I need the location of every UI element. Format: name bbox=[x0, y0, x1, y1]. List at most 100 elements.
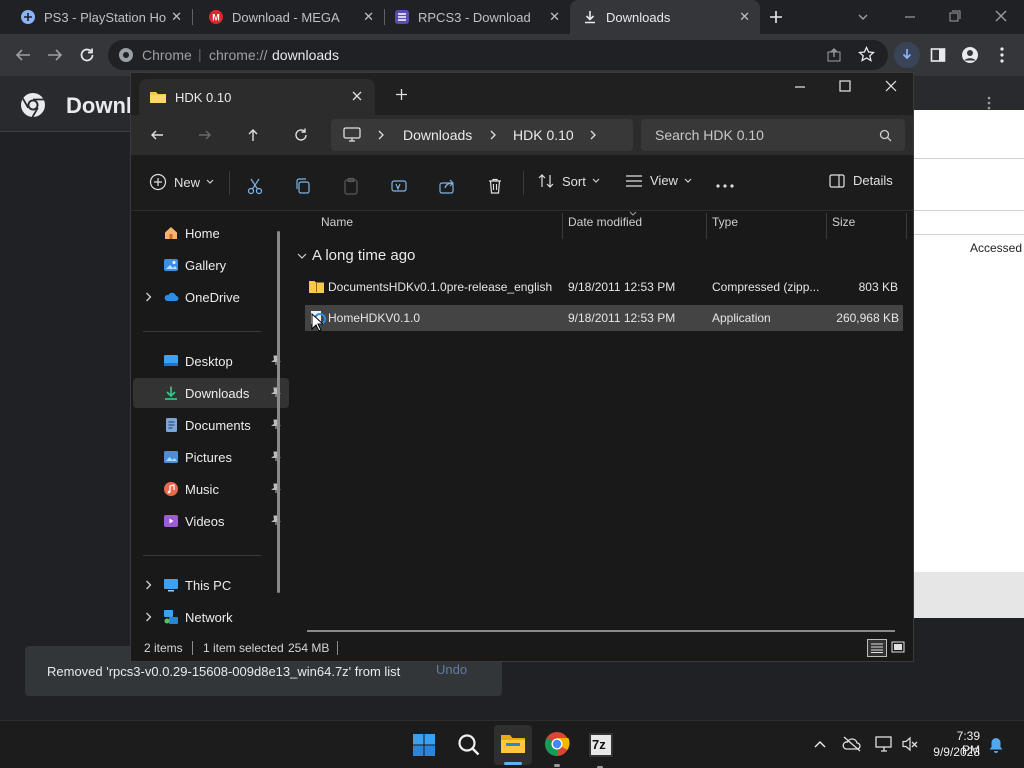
restore-icon[interactable] bbox=[948, 9, 962, 23]
close-tab-icon[interactable]: ✕ bbox=[739, 9, 750, 25]
monitor-icon bbox=[343, 127, 361, 142]
cut-icon[interactable] bbox=[246, 177, 264, 195]
new-button[interactable]: New bbox=[149, 173, 215, 191]
chevron-right-icon bbox=[378, 130, 384, 140]
copy-icon[interactable] bbox=[294, 177, 312, 195]
volume-muted-icon[interactable] bbox=[901, 735, 919, 753]
column-header-type[interactable]: Type bbox=[712, 215, 738, 229]
rename-icon[interactable] bbox=[390, 177, 408, 195]
nav-item-videos[interactable]: Videos bbox=[133, 506, 289, 536]
downloads-button[interactable] bbox=[894, 42, 920, 68]
file-row[interactable]: DocumentsHDKv0.1.0pre-release_english 9/… bbox=[305, 274, 903, 300]
new-tab-icon[interactable] bbox=[768, 9, 784, 25]
chevron-right-icon[interactable] bbox=[145, 612, 152, 622]
network-icon[interactable] bbox=[874, 735, 894, 753]
desktop-icon bbox=[164, 355, 178, 366]
search-input[interactable]: Search HDK 0.10 bbox=[641, 119, 905, 151]
column-header-size[interactable]: Size bbox=[832, 215, 855, 229]
file-row-selected[interactable]: HomeHDKV0.1.0 9/18/2011 12:53 PM Applica… bbox=[305, 305, 903, 331]
profile-icon[interactable] bbox=[961, 46, 979, 64]
nav-item-desktop[interactable]: Desktop bbox=[133, 346, 289, 376]
file-explorer-taskbar-button[interactable] bbox=[494, 725, 532, 765]
view-button[interactable]: View bbox=[625, 173, 693, 188]
file-explorer-folder-icon bbox=[501, 735, 525, 753]
share-icon[interactable] bbox=[826, 47, 842, 63]
tiles-view-icon[interactable] bbox=[891, 641, 905, 655]
paste-icon[interactable] bbox=[342, 177, 360, 195]
nav-item-this-pc[interactable]: This PC bbox=[133, 570, 289, 600]
tab-downloads[interactable]: Downloads ✕ bbox=[570, 0, 760, 34]
nav-label: Desktop bbox=[185, 353, 233, 369]
chrome-taskbar-button[interactable] bbox=[544, 731, 570, 767]
delete-trash-icon[interactable] bbox=[486, 177, 504, 195]
minimize-icon[interactable] bbox=[794, 81, 806, 93]
forward-arrow-icon[interactable] bbox=[197, 127, 213, 143]
mega-icon: M bbox=[209, 10, 223, 24]
reload-icon[interactable] bbox=[78, 46, 96, 64]
nav-item-pictures[interactable]: Pictures bbox=[133, 442, 289, 472]
windows-start-icon[interactable] bbox=[412, 733, 436, 757]
omnibox[interactable]: Chrome | chrome:// downloads bbox=[108, 40, 888, 70]
up-arrow-icon[interactable] bbox=[245, 127, 261, 143]
close-tab-icon[interactable]: ✕ bbox=[171, 9, 182, 25]
page-menu-icon[interactable] bbox=[986, 96, 992, 110]
omnibox-url-scheme: chrome:// bbox=[209, 47, 268, 63]
undo-button[interactable]: Undo bbox=[436, 662, 467, 677]
tab-rpcs3-download[interactable]: RPCS3 - Download ✕ bbox=[384, 0, 570, 34]
bookmark-star-icon[interactable] bbox=[858, 46, 875, 63]
nav-item-music[interactable]: Music bbox=[133, 474, 289, 504]
7zip-taskbar-button[interactable]: 7z bbox=[589, 733, 613, 768]
tab-search-chevron-icon[interactable] bbox=[856, 10, 870, 24]
tab-ps3-playstation-home[interactable]: PS3 - PlayStation Home ✕ bbox=[0, 0, 192, 34]
close-tab-icon[interactable] bbox=[351, 90, 363, 102]
breadcrumb[interactable]: Downloads HDK 0.10 bbox=[331, 119, 633, 151]
breadcrumb-hdk[interactable]: HDK 0.10 bbox=[513, 127, 574, 143]
notification-bell-icon[interactable] bbox=[988, 736, 1004, 754]
nav-item-onedrive[interactable]: OneDrive bbox=[133, 282, 289, 312]
nav-item-downloads[interactable]: Downloads bbox=[133, 378, 289, 408]
group-header[interactable]: A long time ago bbox=[297, 247, 415, 264]
minimize-icon[interactable] bbox=[903, 10, 917, 24]
details-button[interactable]: Details bbox=[829, 173, 893, 188]
close-window-icon[interactable] bbox=[994, 9, 1008, 23]
explorer-tab[interactable]: HDK 0.10 bbox=[139, 79, 375, 115]
tab-download-mega[interactable]: M Download - MEGA ✕ bbox=[192, 0, 384, 34]
new-tab-icon[interactable] bbox=[395, 88, 408, 101]
breadcrumb-downloads[interactable]: Downloads bbox=[403, 127, 472, 143]
maximize-icon[interactable] bbox=[839, 80, 851, 92]
share-icon[interactable] bbox=[438, 177, 456, 195]
nav-item-home[interactable]: Home bbox=[133, 218, 289, 248]
more-options-icon[interactable] bbox=[715, 183, 735, 189]
background-window-panel: Accessed bbox=[912, 110, 1024, 618]
details-label: Details bbox=[853, 173, 893, 188]
mouse-cursor-icon bbox=[311, 313, 323, 332]
close-tab-icon[interactable]: ✕ bbox=[549, 9, 560, 25]
column-header-date[interactable]: Date modified bbox=[568, 215, 642, 229]
navigation-scrollbar[interactable] bbox=[277, 231, 280, 593]
side-panel-icon[interactable] bbox=[930, 47, 946, 63]
details-view-toggle[interactable] bbox=[867, 639, 887, 657]
back-arrow-icon[interactable] bbox=[14, 47, 32, 63]
forward-arrow-icon[interactable] bbox=[46, 47, 64, 63]
back-arrow-icon[interactable] bbox=[149, 127, 165, 143]
chrome-tab-strip: PS3 - PlayStation Home ✕ M Download - ME… bbox=[0, 0, 1024, 34]
nav-item-gallery[interactable]: Gallery bbox=[133, 250, 289, 280]
nav-item-documents[interactable]: Documents bbox=[133, 410, 289, 440]
chevron-right-icon[interactable] bbox=[145, 292, 152, 302]
chevron-right-icon[interactable] bbox=[589, 130, 597, 140]
horizontal-scrollbar[interactable] bbox=[307, 630, 895, 632]
chrome-menu-icon[interactable] bbox=[998, 46, 1006, 64]
clock-date[interactable]: 9/9/2023 bbox=[932, 745, 980, 759]
show-hidden-icons-chevron-icon[interactable] bbox=[813, 739, 827, 749]
onedrive-offline-icon[interactable] bbox=[842, 735, 862, 753]
file-date: 9/18/2011 12:53 PM bbox=[568, 280, 676, 294]
chevron-right-icon[interactable] bbox=[145, 580, 152, 590]
column-header-name[interactable]: Name bbox=[321, 215, 353, 229]
sort-button[interactable]: Sort bbox=[537, 173, 601, 189]
search-icon[interactable] bbox=[457, 733, 481, 757]
nav-item-network[interactable]: Network bbox=[133, 602, 289, 632]
close-window-icon[interactable] bbox=[885, 80, 897, 92]
close-tab-icon[interactable]: ✕ bbox=[363, 9, 374, 25]
refresh-icon[interactable] bbox=[293, 127, 309, 143]
new-plus-circle-icon bbox=[149, 173, 167, 191]
